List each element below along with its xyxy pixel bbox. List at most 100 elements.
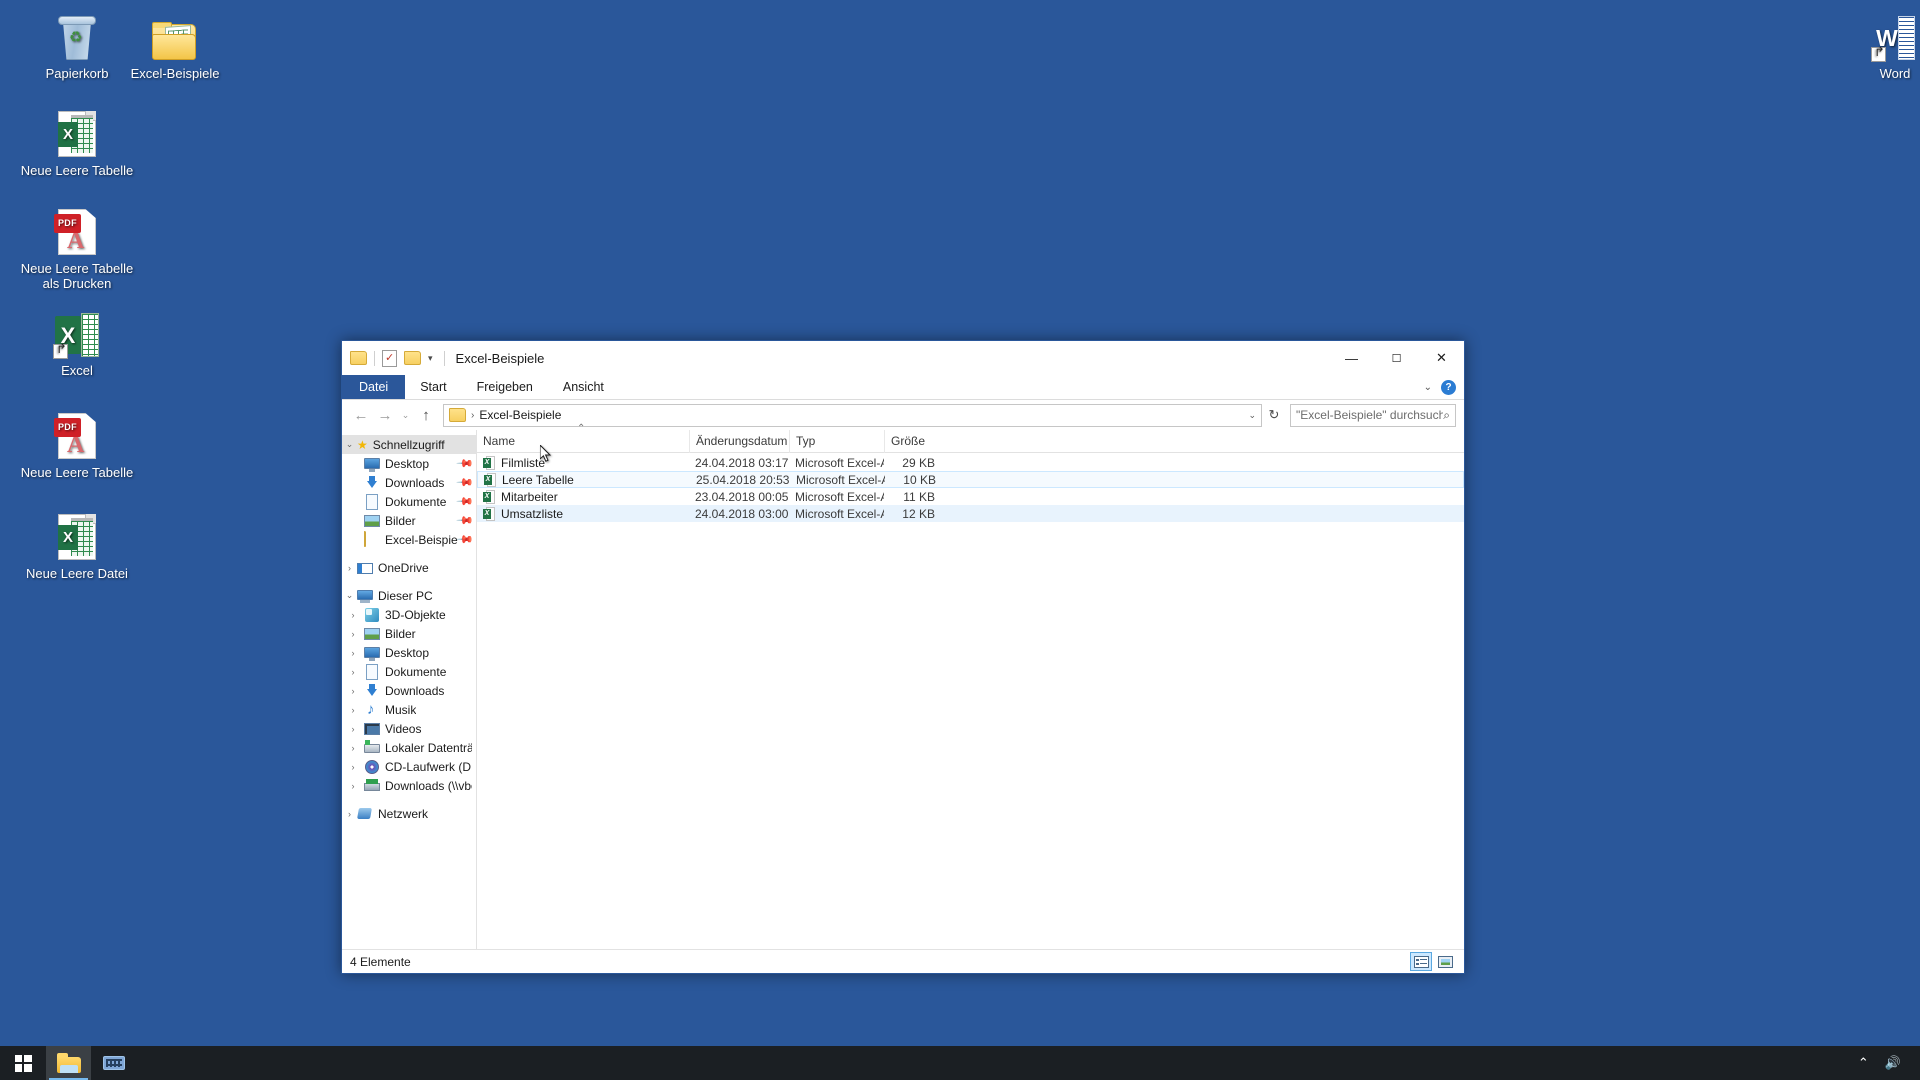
chevron-right-icon[interactable]: ›: [342, 781, 364, 791]
pin-icon[interactable]: 📌: [456, 530, 475, 549]
desktop-icon-excel-beispiele[interactable]: Excel-Beispiele: [116, 8, 234, 81]
show-hidden-icons-button[interactable]: ⌃: [1851, 1046, 1876, 1080]
chevron-right-icon[interactable]: ›: [342, 563, 357, 573]
chevron-right-icon[interactable]: ›: [342, 743, 364, 753]
ribbon-tab-bar[interactable]: Datei Start Freigeben Ansicht ⌄ ?: [342, 375, 1464, 400]
desktop-icon-neue-leere-tabelle-xls[interactable]: X Neue Leere Tabelle: [18, 105, 136, 178]
desktop-icon-neue-leere-tabelle-als-drucken[interactable]: A PDF Neue Leere Tabelle als Drucken: [18, 203, 136, 291]
nav-item-dokumente[interactable]: Dokumente 📌: [342, 492, 476, 511]
nav-item-downloads-network[interactable]: › Downloads (\\vbox:: [342, 776, 476, 795]
nav-item-excel-beispiele[interactable]: Excel-Beispiele 📌: [342, 530, 476, 549]
chevron-down-icon[interactable]: ⌄: [342, 439, 357, 450]
title-bar[interactable]: ▾ Excel-Beispiele — ☐ ✕: [342, 341, 1464, 375]
chevron-down-icon[interactable]: ⌄: [1424, 382, 1432, 393]
refresh-button[interactable]: ↻: [1264, 407, 1284, 423]
chevron-right-icon[interactable]: ›: [342, 667, 364, 677]
chevron-right-icon[interactable]: ›: [342, 648, 364, 658]
chevron-down-icon[interactable]: ⌄: [1248, 410, 1256, 421]
taskbar-item-keyboard[interactable]: [91, 1046, 136, 1080]
address-bar-row[interactable]: ← → ⌄ ↑ › Excel-Beispiele ⌄ ↻ "Excel-Bei…: [342, 400, 1464, 430]
taskbar-item-explorer[interactable]: [46, 1046, 91, 1080]
minimize-button[interactable]: —: [1329, 341, 1374, 375]
nav-item-onedrive[interactable]: › OneDrive: [342, 558, 476, 577]
tab-start[interactable]: Start: [405, 375, 461, 399]
close-button[interactable]: ✕: [1419, 341, 1464, 375]
nav-item-netzwerk[interactable]: › Netzwerk: [342, 804, 476, 823]
pin-icon[interactable]: 📌: [456, 454, 475, 473]
start-button[interactable]: [0, 1046, 46, 1080]
shortcut-overlay-icon: [1871, 47, 1886, 62]
nav-item-downloads-pc[interactable]: › Downloads: [342, 681, 476, 700]
maximize-button[interactable]: ☐: [1374, 341, 1419, 375]
chevron-right-icon[interactable]: ›: [342, 809, 357, 819]
new-folder-icon[interactable]: [404, 351, 421, 365]
file-list-area[interactable]: Name ⌃ Änderungsdatum Typ Größe X Filmli…: [477, 423, 1464, 949]
chevron-right-icon[interactable]: ›: [342, 686, 364, 696]
nav-item-3d-objekte[interactable]: › 3D-Objekte: [342, 605, 476, 624]
nav-item-downloads[interactable]: Downloads 📌: [342, 473, 476, 492]
chevron-right-icon[interactable]: ›: [342, 629, 364, 639]
pin-icon[interactable]: 📌: [456, 492, 475, 511]
pin-icon[interactable]: 📌: [456, 473, 475, 492]
breadcrumb-item[interactable]: Excel-Beispiele: [479, 408, 561, 422]
help-button[interactable]: ?: [1441, 379, 1456, 395]
file-rows[interactable]: X Filmliste 24.04.2018 03:17 Microsoft E…: [477, 453, 1464, 949]
desktop-icon-label: Neue Leere Datei: [26, 566, 128, 581]
view-toggle-group[interactable]: [1410, 952, 1456, 971]
search-input[interactable]: "Excel-Beispiele" durchsuchen: [1296, 408, 1443, 422]
nav-item-desktop-pc[interactable]: › Desktop: [342, 643, 476, 662]
table-row[interactable]: X Leere Tabelle 25.04.2018 20:53 Microso…: [477, 471, 1464, 488]
desktop-icon-excel-app[interactable]: X Excel: [18, 305, 136, 378]
window-controls[interactable]: — ☐ ✕: [1329, 341, 1464, 375]
chevron-down-icon[interactable]: ⌄: [342, 590, 357, 601]
folder-icon[interactable]: [350, 351, 367, 365]
taskbar[interactable]: ⌃ 🔊: [0, 1046, 1920, 1080]
up-button[interactable]: ↑: [415, 404, 437, 426]
chevron-right-icon[interactable]: ›: [342, 610, 364, 620]
chevron-down-icon[interactable]: ▾: [428, 353, 433, 364]
back-button[interactable]: ←: [350, 404, 372, 426]
file-type: Microsoft Excel-Ar...: [795, 455, 884, 470]
table-row[interactable]: X Filmliste 24.04.2018 03:17 Microsoft E…: [477, 454, 1464, 471]
nav-item-lokaler-datentraeger[interactable]: › Lokaler Datenträger: [342, 738, 476, 757]
nav-item-schnellzugriff[interactable]: ⌄ ★ Schnellzugriff: [342, 435, 476, 454]
tab-freigeben[interactable]: Freigeben: [462, 375, 548, 399]
column-header-date[interactable]: Änderungsdatum: [689, 429, 789, 453]
large-icons-view-button[interactable]: [1434, 952, 1456, 971]
details-view-button[interactable]: [1410, 952, 1432, 971]
nav-item-cd-laufwerk[interactable]: › CD-Laufwerk (D:) Vi: [342, 757, 476, 776]
properties-icon[interactable]: [382, 349, 397, 367]
nav-item-dieser-pc[interactable]: ⌄ Dieser PC: [342, 586, 476, 605]
nav-item-desktop[interactable]: Desktop 📌: [342, 454, 476, 473]
file-explorer-window[interactable]: ▾ Excel-Beispiele — ☐ ✕ Datei Start Frei…: [341, 340, 1465, 974]
column-header-type[interactable]: Typ: [789, 429, 884, 453]
table-row[interactable]: X Mitarbeiter 23.04.2018 00:05 Microsoft…: [477, 488, 1464, 505]
column-header-row[interactable]: Name ⌃ Änderungsdatum Typ Größe: [477, 423, 1464, 453]
column-header-size[interactable]: Größe: [884, 429, 941, 453]
navigation-pane[interactable]: ⌄ ★ Schnellzugriff Desktop 📌 Downloads 📌…: [342, 430, 477, 949]
nav-item-videos[interactable]: › Videos: [342, 719, 476, 738]
desktop-icon-neue-leere-datei[interactable]: X Neue Leere Datei: [18, 508, 136, 581]
table-row[interactable]: X Umsatzliste 24.04.2018 03:00 Microsoft…: [477, 505, 1464, 522]
column-header-name[interactable]: Name ⌃: [477, 423, 689, 453]
chevron-right-icon[interactable]: ›: [342, 762, 364, 772]
pin-icon[interactable]: 📌: [456, 511, 475, 530]
chevron-right-icon[interactable]: ›: [342, 724, 364, 734]
quick-access-toolbar[interactable]: ▾: [350, 349, 433, 367]
system-tray[interactable]: ⌃ 🔊: [1851, 1046, 1920, 1080]
search-box[interactable]: "Excel-Beispiele" durchsuchen ⌕: [1290, 403, 1456, 427]
volume-button[interactable]: 🔊: [1878, 1046, 1908, 1080]
nav-item-dokumente-pc[interactable]: › Dokumente: [342, 662, 476, 681]
recent-locations-button[interactable]: ⌄: [398, 404, 413, 426]
tab-ansicht[interactable]: Ansicht: [548, 375, 619, 399]
ribbon-tools[interactable]: ⌄ ?: [1424, 375, 1464, 399]
nav-item-bilder[interactable]: Bilder 📌: [342, 511, 476, 530]
chevron-right-icon[interactable]: ›: [342, 705, 364, 715]
nav-item-bilder-pc[interactable]: › Bilder: [342, 624, 476, 643]
tab-datei[interactable]: Datei: [342, 375, 406, 399]
address-bar[interactable]: › Excel-Beispiele ⌄: [443, 403, 1262, 427]
forward-button[interactable]: →: [374, 404, 396, 426]
desktop-icon-neue-leere-tabelle-pdf[interactable]: A PDF Neue Leere Tabelle: [18, 407, 136, 480]
desktop-icon-word-app[interactable]: W Word: [1836, 8, 1920, 81]
nav-item-musik[interactable]: › ♪ Musik: [342, 700, 476, 719]
